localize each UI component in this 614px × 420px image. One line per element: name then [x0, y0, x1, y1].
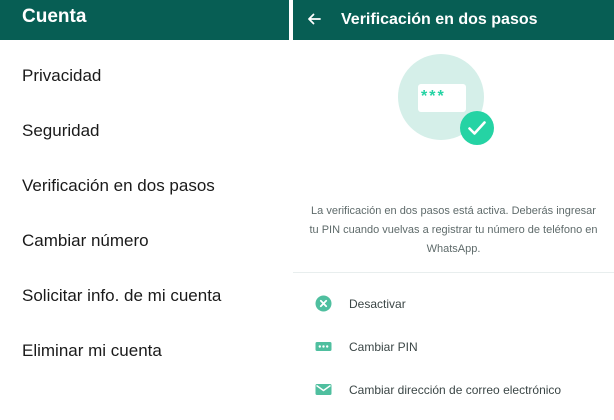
account-settings-panel: Cuenta Privacidad Seguridad Verificación…	[0, 0, 289, 420]
section-separator	[293, 272, 614, 273]
two-step-header: Verificación en dos pasos	[293, 0, 614, 40]
arrow-left-icon[interactable]	[307, 11, 341, 29]
two-step-illustration: ***	[293, 40, 614, 150]
option-change-pin-label: Cambiar PIN	[349, 339, 418, 354]
menu-item-privacy[interactable]: Privacidad	[0, 48, 289, 103]
menu-item-security[interactable]: Seguridad	[0, 103, 289, 158]
option-change-pin[interactable]: Cambiar PIN	[293, 325, 614, 368]
account-header: Cuenta	[0, 0, 289, 40]
menu-item-two-step[interactable]: Verificación en dos pasos	[0, 158, 289, 213]
option-change-email[interactable]: Cambiar dirección de correo electrónico	[293, 368, 614, 411]
two-step-description: La verificación en dos pasos está activa…	[309, 205, 598, 255]
close-circle-icon	[315, 295, 332, 312]
menu-item-delete-account[interactable]: Eliminar mi cuenta	[0, 323, 289, 378]
option-disable-label: Desactivar	[349, 296, 406, 311]
check-badge-icon	[460, 111, 494, 145]
option-disable[interactable]: Desactivar	[293, 282, 614, 325]
account-menu: Privacidad Seguridad Verificación en dos…	[0, 48, 289, 378]
pin-dots-icon	[315, 342, 332, 351]
two-step-options: Desactivar Cambiar PIN Cambiar dirección…	[293, 282, 614, 411]
envelope-icon	[315, 384, 332, 395]
account-title: Cuenta	[22, 6, 87, 27]
option-change-email-label: Cambiar dirección de correo electrónico	[349, 382, 562, 397]
two-step-panel: Verificación en dos pasos *** La verific…	[293, 0, 614, 420]
pin-stars: ***	[421, 88, 446, 105]
two-step-title: Verificación en dos pasos	[341, 11, 538, 28]
menu-item-request-info[interactable]: Solicitar info. de mi cuenta	[0, 268, 289, 323]
menu-item-change-number[interactable]: Cambiar número	[0, 213, 289, 268]
